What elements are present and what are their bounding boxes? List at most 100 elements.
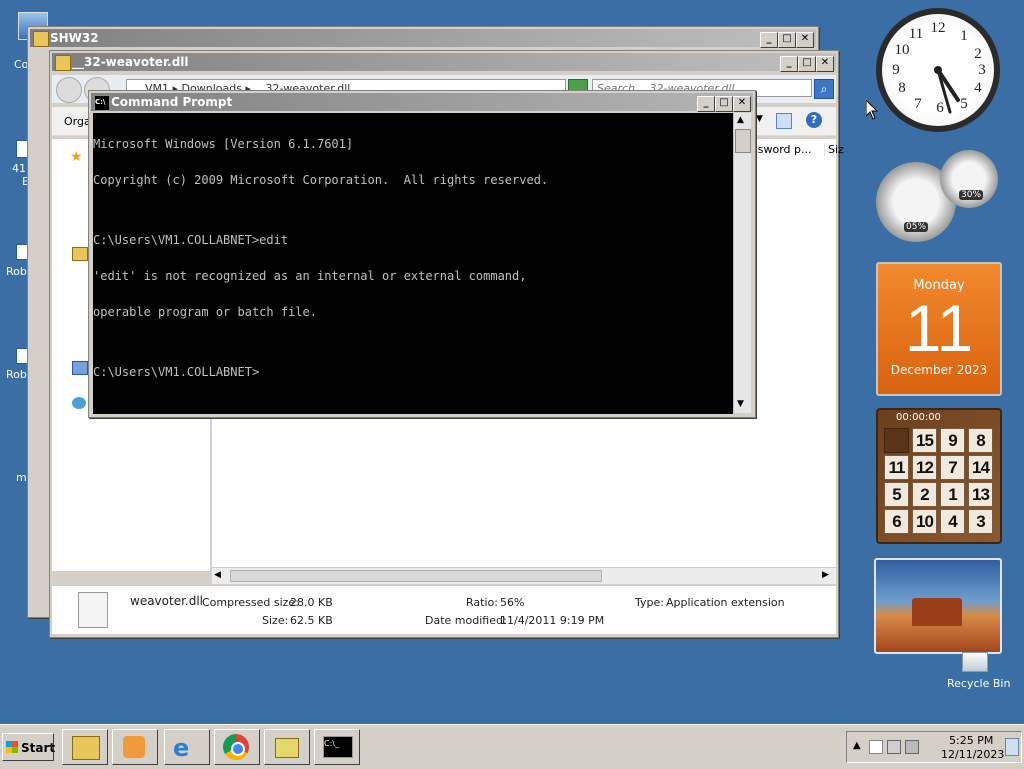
slideshow-gadget[interactable] bbox=[874, 558, 1002, 654]
explorer-title: __32-weavoter.dll bbox=[72, 55, 189, 69]
chrome-icon-center bbox=[231, 742, 245, 756]
taskbar-ie-button[interactable]: e bbox=[164, 729, 210, 765]
minimize-button[interactable]: _ bbox=[760, 32, 778, 48]
puzzle-tile[interactable]: 2 bbox=[912, 482, 937, 507]
recycle-bin-icon[interactable] bbox=[962, 652, 988, 672]
cmd-icon: C:\_ bbox=[323, 736, 353, 758]
console-output[interactable]: Microsoft Windows [Version 6.1.7601] Cop… bbox=[93, 113, 733, 414]
maximize-button[interactable]: □ bbox=[778, 32, 796, 48]
type-value: Application extension bbox=[666, 596, 785, 609]
puzzle-tile[interactable]: 5 bbox=[884, 482, 909, 507]
show-hidden-icons-button[interactable]: ▲ bbox=[853, 740, 861, 751]
scroll-down-arrow[interactable]: ▼ bbox=[737, 399, 744, 409]
search-icon[interactable]: ⌕ bbox=[814, 79, 834, 99]
puzzle-timer: 00:00:00 bbox=[896, 412, 941, 423]
column-size[interactable]: Siz bbox=[824, 143, 844, 156]
shw32-titlebar[interactable]: SHW32 _ □ ✕ bbox=[30, 29, 816, 48]
puzzle-tile[interactable]: 12 bbox=[912, 455, 937, 480]
tray-clock-date[interactable]: 12/11/2023 bbox=[941, 748, 1004, 761]
view-dropdown-icon[interactable]: ▼ bbox=[756, 114, 763, 124]
taskbar-media-player-button[interactable] bbox=[112, 729, 158, 765]
close-button[interactable]: ✕ bbox=[816, 56, 834, 72]
calendar-month-year: December 2023 bbox=[890, 363, 988, 377]
view-options-icon[interactable] bbox=[776, 113, 792, 129]
zip-folder-icon bbox=[275, 738, 299, 758]
console-line: Microsoft Windows [Version 6.1.7601] bbox=[93, 137, 354, 151]
help-icon[interactable]: ? bbox=[806, 112, 822, 128]
taskbar-cmd-button[interactable]: C:\_ bbox=[314, 729, 360, 765]
puzzle-tile[interactable]: 1 bbox=[940, 482, 965, 507]
close-button[interactable]: ✕ bbox=[796, 32, 814, 48]
horizontal-scrollbar[interactable]: ◀ ▶ bbox=[212, 567, 836, 584]
puzzle-tile[interactable]: 10 bbox=[912, 509, 937, 534]
puzzle-tile[interactable]: 6 bbox=[884, 509, 909, 534]
slide-puzzle-gadget[interactable]: 00:00:00 15 9 8 11 12 7 14 5 2 1 13 6 10 4 3 bbox=[876, 408, 1002, 544]
explorer-titlebar[interactable]: __32-weavoter.dll _ □ ✕ bbox=[52, 53, 836, 72]
puzzle-tile[interactable]: 14 bbox=[968, 455, 993, 480]
ratio-value: 56% bbox=[500, 596, 525, 609]
cmd-title: Command Prompt bbox=[111, 95, 233, 109]
console-line: 'edit' is not recognized as an internal … bbox=[93, 269, 527, 283]
puzzle-tile[interactable]: 13 bbox=[968, 482, 993, 507]
puzzle-tile[interactable]: 4 bbox=[940, 509, 965, 534]
minimize-button[interactable]: _ bbox=[697, 96, 715, 112]
scroll-up-arrow[interactable]: ▲ bbox=[737, 115, 744, 125]
network-icon[interactable] bbox=[72, 397, 86, 409]
tray-clock-time[interactable]: 5:25 PM bbox=[949, 734, 993, 747]
start-label: Start bbox=[21, 741, 56, 755]
folder-zip-icon bbox=[55, 55, 71, 71]
minimize-button[interactable]: _ bbox=[780, 56, 798, 72]
cmd-icon: C:\ bbox=[94, 95, 110, 111]
clock-hands bbox=[934, 66, 960, 114]
puzzle-tile[interactable]: 9 bbox=[940, 428, 965, 453]
volume-muted-icon[interactable] bbox=[905, 740, 919, 754]
scroll-thumb[interactable] bbox=[230, 570, 602, 582]
mesa-rock bbox=[912, 598, 962, 626]
calendar-gadget[interactable]: Monday 11 December 2023 bbox=[876, 262, 1002, 396]
size-value: 62.5 KB bbox=[290, 614, 333, 627]
ratio-label: Ratio: bbox=[466, 596, 498, 609]
cmd-titlebar[interactable]: C:\ Command Prompt _ □ ✕ bbox=[91, 93, 753, 112]
date-modified-label: Date modified: bbox=[425, 614, 507, 627]
start-button[interactable]: Start bbox=[2, 733, 56, 761]
back-button[interactable] bbox=[56, 77, 82, 103]
puzzle-empty-slot[interactable] bbox=[884, 428, 909, 453]
size-label: Size: bbox=[262, 614, 289, 627]
taskbar: Start e C:\_ ▲ 5:25 PM 12/11/2023 bbox=[0, 724, 1024, 769]
console-line: operable program or batch file. bbox=[93, 305, 317, 319]
show-desktop-button[interactable] bbox=[1005, 738, 1019, 756]
puzzle-tile[interactable]: 8 bbox=[968, 428, 993, 453]
vertical-scrollbar[interactable]: ▲ ▼ bbox=[733, 113, 751, 413]
memory-percent: 30% bbox=[959, 190, 984, 200]
recycle-bin-label[interactable]: Recycle Bin bbox=[947, 677, 1010, 690]
puzzle-tile[interactable]: 11 bbox=[884, 455, 909, 480]
computer-nav-icon[interactable] bbox=[72, 361, 88, 375]
console-line: C:\Users\VM1.COLLABNET>edit bbox=[93, 233, 289, 247]
taskbar-folder-button[interactable] bbox=[264, 729, 310, 765]
puzzle-tile[interactable]: 3 bbox=[968, 509, 993, 534]
close-button[interactable]: ✕ bbox=[733, 96, 751, 112]
console-line: Copyright (c) 2009 Microsoft Corporation… bbox=[93, 173, 549, 187]
scroll-left-arrow[interactable]: ◀ bbox=[214, 570, 221, 580]
library-folder-icon[interactable] bbox=[72, 247, 88, 261]
favorites-star-icon[interactable]: ★ bbox=[70, 149, 83, 165]
network-tray-icon[interactable] bbox=[887, 740, 901, 754]
maximize-button[interactable]: □ bbox=[715, 96, 733, 112]
taskbar-explorer-button[interactable] bbox=[62, 729, 108, 765]
taskbar-chrome-button[interactable] bbox=[214, 729, 260, 765]
internet-explorer-icon: e bbox=[173, 734, 190, 762]
puzzle-tile[interactable]: 7 bbox=[940, 455, 965, 480]
clock-gadget[interactable]: 12 1 2 3 4 5 6 7 8 9 10 11 bbox=[876, 8, 1000, 132]
maximize-button[interactable]: □ bbox=[798, 56, 816, 72]
desktop-icon-label[interactable]: 41 bbox=[12, 162, 26, 175]
organize-button[interactable]: Orga bbox=[64, 115, 91, 128]
compressed-size-value: 28.0 KB bbox=[290, 596, 333, 609]
action-center-icon[interactable] bbox=[869, 740, 883, 754]
date-modified-value: 11/4/2011 9:19 PM bbox=[500, 614, 605, 627]
scroll-thumb[interactable] bbox=[735, 129, 751, 153]
command-prompt-window[interactable]: C:\ Command Prompt _ □ ✕ Microsoft Windo… bbox=[88, 90, 756, 418]
scroll-right-arrow[interactable]: ▶ bbox=[822, 570, 829, 580]
puzzle-tile[interactable]: 15 bbox=[912, 428, 937, 453]
console-line: C:\Users\VM1.COLLABNET> bbox=[93, 365, 260, 379]
column-password[interactable]: ssword p... bbox=[752, 143, 811, 156]
